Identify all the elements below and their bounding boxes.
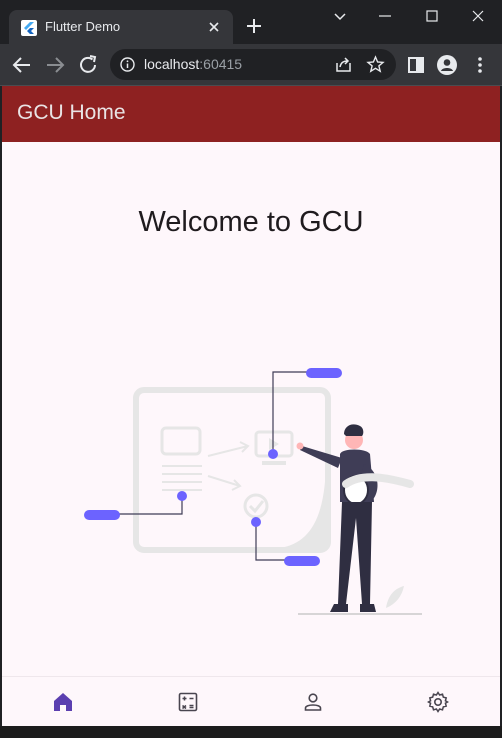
tab-title: Flutter Demo xyxy=(45,19,121,34)
side-panel-icon[interactable] xyxy=(404,53,428,77)
profile-icon[interactable] xyxy=(435,53,459,77)
person-icon[interactable] xyxy=(301,690,325,714)
tab-strip: Flutter Demo xyxy=(0,0,502,44)
app-page: GCU Home Welcome to GCU xyxy=(2,86,500,726)
welcome-heading: Welcome to GCU xyxy=(138,206,364,238)
share-icon[interactable] xyxy=(334,55,353,74)
home-icon[interactable] xyxy=(51,690,75,714)
maximize-icon[interactable] xyxy=(422,6,442,26)
info-icon[interactable] xyxy=(119,56,136,73)
new-tab-icon[interactable] xyxy=(244,16,264,36)
calculator-icon[interactable] xyxy=(176,690,200,714)
bottom-nav xyxy=(2,676,500,726)
close-window-icon[interactable] xyxy=(468,6,488,26)
chevron-down-icon[interactable] xyxy=(330,6,350,26)
presentation-illustration xyxy=(84,368,422,615)
more-menu-icon[interactable] xyxy=(468,53,492,77)
back-icon[interactable] xyxy=(10,53,34,77)
os-taskbar xyxy=(0,726,502,738)
flutter-icon xyxy=(21,20,37,36)
browser-toolbar: localhost:60415 xyxy=(0,44,502,86)
page-title: GCU Home xyxy=(17,101,126,124)
reload-icon[interactable] xyxy=(76,53,100,77)
app-bar: GCU Home xyxy=(2,86,500,142)
url-text: localhost:60415 xyxy=(144,56,243,72)
browser-tab[interactable]: Flutter Demo xyxy=(9,10,233,44)
address-bar[interactable]: localhost:60415 xyxy=(110,49,396,80)
minimize-icon[interactable] xyxy=(375,6,395,26)
forward-icon[interactable] xyxy=(43,53,67,77)
browser-window: Flutter Demo localhost:60415 GCU Home We… xyxy=(0,0,502,738)
gear-icon[interactable] xyxy=(426,690,450,714)
star-icon[interactable] xyxy=(366,55,385,74)
close-tab-icon[interactable] xyxy=(205,18,223,36)
